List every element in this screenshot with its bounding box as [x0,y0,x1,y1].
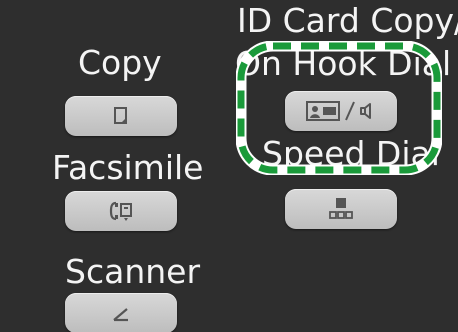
speed-dial-icon [327,196,355,222]
facsimile-label: Facsimile [52,148,204,187]
scanner-button[interactable] [65,293,177,332]
fax-icon [107,200,135,222]
copy-label: Copy [78,43,162,82]
id-card-copy-label: ID Card Copy/ [237,1,458,40]
copy-icon [111,106,131,126]
facsimile-button[interactable] [65,191,177,231]
control-panel: Copy Facsimile Scanner ID Card Copy/ On … [0,0,458,332]
copy-button[interactable] [65,96,177,136]
scanner-label: Scanner [65,252,201,291]
speed-dial-button[interactable] [285,189,397,229]
highlight-outline [236,41,442,175]
scanner-icon [109,302,133,324]
